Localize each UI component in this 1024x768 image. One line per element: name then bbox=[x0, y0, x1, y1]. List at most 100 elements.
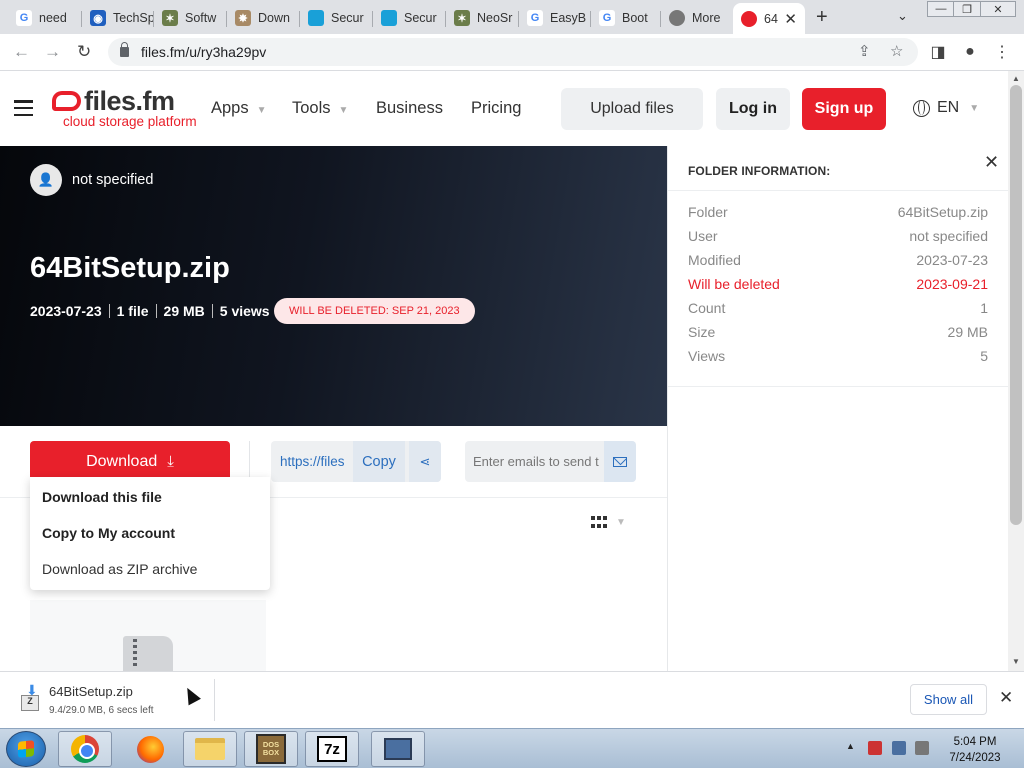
tab[interactable]: ✸ Down bbox=[227, 4, 300, 32]
nav-business[interactable]: Business bbox=[376, 99, 443, 118]
folder-hero: 👤 not specified 64BitSetup.zip 2023-07-2… bbox=[0, 146, 667, 426]
neosmart-icon: ✶ bbox=[454, 10, 470, 26]
taskbar-computer[interactable] bbox=[371, 731, 425, 767]
nav-tools[interactable]: Tools ▼ bbox=[292, 99, 348, 118]
tab-label: TechSp bbox=[113, 11, 154, 25]
taskbar-firefox[interactable] bbox=[123, 731, 177, 767]
browser-menu-icon[interactable]: ⋮ bbox=[990, 40, 1014, 64]
file-card[interactable] bbox=[30, 600, 266, 676]
reload-icon[interactable]: ↻ bbox=[77, 42, 91, 62]
google-icon: G bbox=[527, 10, 543, 26]
taskbar-explorer[interactable] bbox=[183, 731, 237, 767]
address-bar[interactable]: files.fm/u/ry3ha29pv bbox=[108, 38, 918, 66]
info-row-count: Count 1 bbox=[688, 300, 988, 316]
clock-time: 5:04 PM bbox=[953, 736, 997, 748]
divider bbox=[249, 441, 250, 482]
tab[interactable]: ✶ NeoSr bbox=[446, 4, 519, 32]
download-progress-text: 9.4/29.0 MB, 6 secs left bbox=[49, 705, 154, 716]
share-link-field[interactable]: https://files Copy ⋖ bbox=[271, 441, 441, 482]
globe-icon bbox=[913, 99, 930, 117]
network-icon[interactable] bbox=[892, 741, 906, 755]
scrollbar-thumb[interactable] bbox=[1010, 85, 1022, 525]
close-icon[interactable]: ✕ bbox=[984, 152, 999, 173]
download-dropdown-menu: Download this file Copy to My account Do… bbox=[30, 477, 270, 590]
share-link-text: https://files bbox=[280, 454, 345, 469]
email-input[interactable] bbox=[465, 441, 603, 482]
info-row-size: Size 29 MB bbox=[688, 324, 988, 340]
zip-file-icon bbox=[123, 636, 173, 676]
info-row-will-be-deleted: Will be deleted 2023-09-21 bbox=[688, 276, 988, 292]
meta-file-count: 1 file bbox=[116, 303, 149, 319]
download-filename[interactable]: 64BitSetup.zip bbox=[49, 684, 133, 699]
close-shelf-icon[interactable]: ✕ bbox=[999, 688, 1013, 708]
tab-active[interactable]: 64 ✕ bbox=[733, 3, 805, 34]
taskbar-7zip[interactable]: 7z bbox=[305, 731, 359, 767]
copy-link-button[interactable]: Copy bbox=[353, 441, 405, 482]
volume-icon[interactable] bbox=[915, 741, 929, 755]
bookmark-star-icon[interactable]: ☆ bbox=[890, 42, 903, 60]
globe-icon bbox=[669, 10, 685, 26]
signup-button[interactable]: Sign up bbox=[802, 88, 886, 130]
tab[interactable]: G Boot bbox=[591, 4, 661, 32]
login-button[interactable]: Log in bbox=[716, 88, 790, 130]
tray-expand-icon[interactable]: ▲ bbox=[846, 741, 855, 751]
nav-pricing[interactable]: Pricing bbox=[471, 99, 521, 118]
divider bbox=[668, 190, 1009, 191]
divider bbox=[668, 386, 1009, 387]
nav-apps[interactable]: Apps ▼ bbox=[211, 99, 267, 118]
envelope-icon bbox=[613, 456, 627, 467]
profile-icon[interactable]: ● bbox=[958, 40, 982, 64]
menu-item-copy-to-account[interactable]: Copy to My account bbox=[42, 525, 175, 541]
filesfm-logo[interactable]: files.fm cloud storage platform bbox=[52, 88, 197, 129]
language-selector[interactable]: EN ▼ bbox=[913, 99, 979, 117]
tab-search-chevron-icon[interactable]: ⌄ bbox=[897, 8, 908, 24]
share-page-icon[interactable]: ⇪ bbox=[858, 42, 871, 60]
close-tab-icon[interactable]: ✕ bbox=[784, 10, 797, 28]
start-button[interactable] bbox=[6, 731, 46, 767]
page-scrollbar[interactable]: ▲ ▼ bbox=[1008, 71, 1024, 671]
tab[interactable]: ✶ Softw bbox=[154, 4, 227, 32]
menu-item-download-file[interactable]: Download this file bbox=[42, 489, 162, 505]
grid-view-icon[interactable] bbox=[591, 516, 607, 530]
share-icon[interactable]: ⋖ bbox=[409, 441, 441, 482]
forward-arrow-icon[interactable]: → bbox=[44, 42, 61, 62]
folder-meta: 2023-07-23 1 file 29 MB 5 views bbox=[30, 303, 270, 319]
scroll-up-arrow-icon[interactable]: ▲ bbox=[1012, 74, 1020, 83]
filesfm-icon bbox=[741, 10, 757, 27]
back-arrow-icon[interactable]: ← bbox=[13, 42, 30, 62]
lock-icon bbox=[120, 42, 129, 57]
scroll-down-arrow-icon[interactable]: ▼ bbox=[1012, 657, 1020, 666]
zip-download-icon: ⬇ Z bbox=[18, 682, 42, 711]
folder-info-panel: FOLDER INFORMATION: ✕ Folder 64BitSetup.z… bbox=[667, 146, 1009, 671]
windows-taskbar: DOS BOX 7z ▲ 5:04 PM 7/24/2023 bbox=[0, 728, 1024, 768]
new-tab-button[interactable]: + bbox=[816, 6, 828, 29]
menu-item-download-zip[interactable]: Download as ZIP archive bbox=[42, 561, 197, 577]
folder-icon bbox=[195, 738, 225, 760]
send-email-button[interactable] bbox=[604, 441, 636, 482]
user-icon: 👤 bbox=[37, 172, 55, 187]
maximize-button[interactable]: ❐ bbox=[953, 1, 981, 17]
tab-label: 64 bbox=[764, 11, 778, 26]
upload-files-button[interactable]: Upload files bbox=[561, 88, 703, 130]
hamburger-menu-icon[interactable] bbox=[14, 100, 33, 116]
tab[interactable]: Secur bbox=[300, 4, 373, 32]
tab-label: Secur bbox=[404, 11, 437, 25]
download-button[interactable]: Download ⤓ bbox=[30, 441, 230, 482]
softpedia-icon: ✶ bbox=[162, 10, 178, 26]
taskbar-dosbox[interactable]: DOS BOX bbox=[244, 731, 298, 767]
minimize-button[interactable]: — bbox=[927, 1, 955, 17]
tab[interactable]: G need bbox=[8, 4, 82, 32]
show-all-downloads-button[interactable]: Show all bbox=[910, 684, 987, 715]
caret-down-icon: ▼ bbox=[969, 102, 980, 114]
tab[interactable]: More bbox=[661, 4, 733, 32]
browser-toolbar: ← → ↻ files.fm/u/ry3ha29pv ⇪ ☆ ◨ ● ⋮ bbox=[0, 34, 1024, 71]
tab[interactable]: G EasyB bbox=[519, 4, 591, 32]
caret-down-icon[interactable]: ▼ bbox=[616, 517, 626, 528]
window-close-button[interactable]: ✕ bbox=[980, 1, 1016, 17]
taskbar-clock[interactable]: 5:04 PM 7/24/2023 bbox=[938, 734, 1012, 766]
action-center-icon[interactable] bbox=[868, 741, 882, 755]
taskbar-chrome[interactable] bbox=[58, 731, 112, 767]
tab[interactable]: Secur bbox=[373, 4, 446, 32]
side-panel-icon[interactable]: ◨ bbox=[926, 40, 950, 64]
tab[interactable]: ◉ TechSp bbox=[82, 4, 154, 32]
